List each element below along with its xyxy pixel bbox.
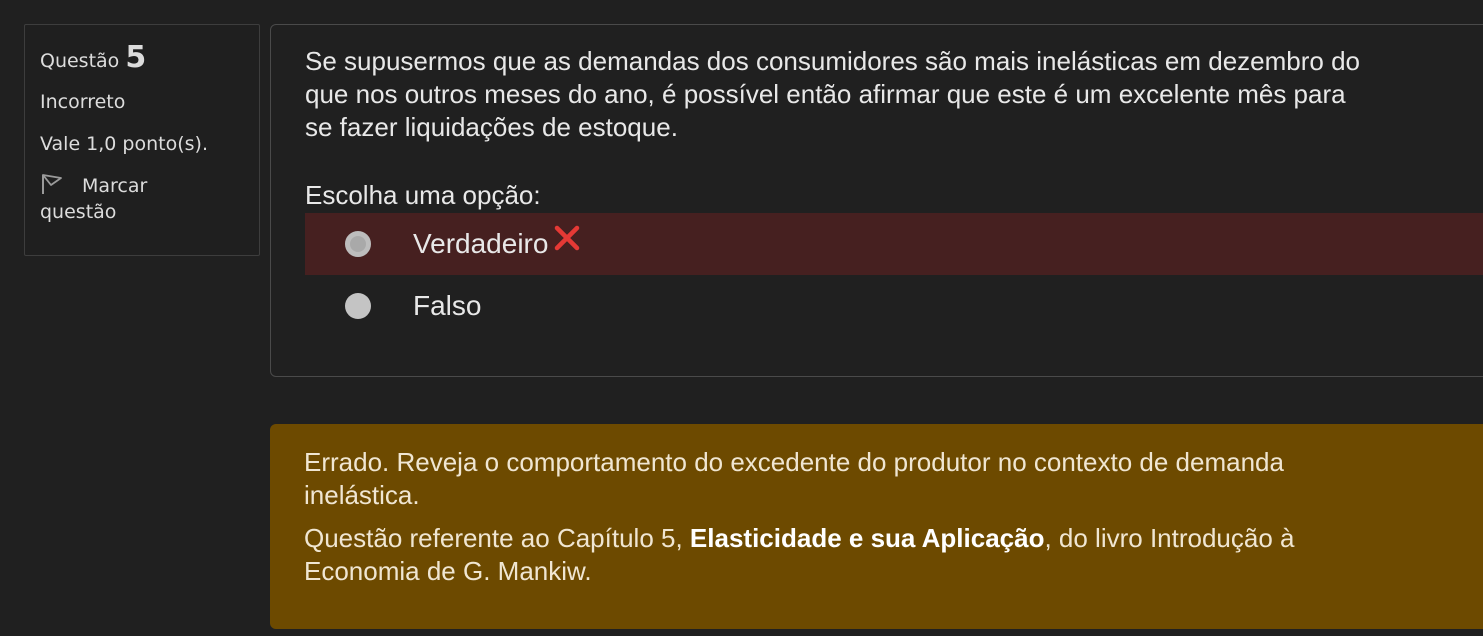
answer-prompt: Escolha uma opção:	[305, 180, 541, 210]
flag-label-line2: questão	[40, 201, 117, 223]
flag-label-line1: Marcar	[82, 175, 148, 197]
question-number-line: Questão 5	[40, 43, 244, 73]
question-text: Se supusermos que as demandas dos consum…	[305, 45, 1475, 144]
feedback-ref-line2: Economia de G. Mankiw.	[304, 556, 592, 586]
feedback-reference: Questão referente ao Capítulo 5, Elastic…	[304, 522, 1476, 588]
option-label: Falso	[413, 290, 482, 321]
question-label: Questão	[40, 50, 120, 72]
option-falso[interactable]: Falso	[271, 275, 1483, 337]
answer-options: Verdadeiro Falso	[271, 213, 1483, 337]
feedback-ref-prefix: Questão referente ao Capítulo 5,	[304, 523, 690, 553]
cross-icon	[552, 223, 582, 253]
question-number: 5	[125, 40, 147, 75]
question-text-line1: Se supusermos que as demandas dos consum…	[305, 46, 1360, 76]
question-info-panel: Questão 5 Incorreto Vale 1,0 ponto(s). M…	[24, 24, 260, 256]
feedback-ref-suffix: , do livro Introdução à	[1044, 523, 1295, 553]
question-grade: Vale 1,0 ponto(s).	[40, 133, 208, 155]
feedback-chapter-title: Elasticidade e sua Aplicação	[689, 523, 1045, 553]
feedback-general: Errado. Reveja o comportamento do excede…	[304, 446, 1476, 512]
option-label: Verdadeiro	[413, 228, 549, 259]
question-content: Se supusermos que as demandas dos consum…	[270, 24, 1483, 377]
option-verdadeiro[interactable]: Verdadeiro	[305, 213, 1483, 275]
question-text-line3: se fazer liquidações de estoque.	[305, 112, 678, 142]
flag-question-button[interactable]: Marcar questão	[40, 173, 244, 225]
flag-icon	[40, 173, 64, 195]
question-state: Incorreto	[40, 91, 126, 113]
radio-verdadeiro[interactable]	[345, 231, 371, 257]
flag-question-label: Marcar questão	[40, 173, 148, 225]
question-text-line2: que nos outros meses do ano, é possível …	[305, 79, 1346, 109]
radio-falso[interactable]	[345, 293, 371, 319]
feedback-panel: Errado. Reveja o comportamento do excede…	[270, 424, 1483, 629]
feedback-line1: Errado. Reveja o comportamento do excede…	[304, 447, 1284, 477]
feedback-line2: inelástica.	[304, 480, 420, 510]
